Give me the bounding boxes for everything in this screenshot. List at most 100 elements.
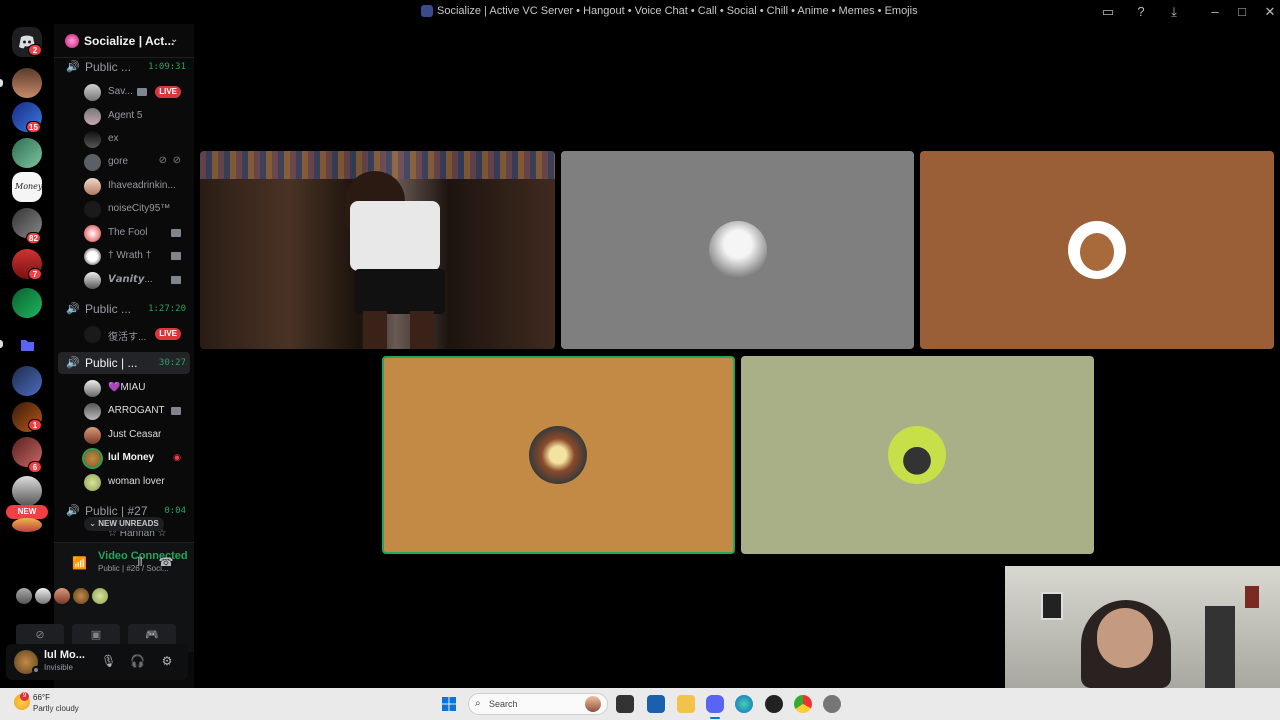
microphone-icon[interactable]: 🎙 bbox=[101, 654, 116, 668]
voice-user[interactable]: ARROGANT bbox=[84, 400, 189, 422]
speaker-icon: 🔊 bbox=[66, 357, 80, 369]
avatar bbox=[1068, 221, 1126, 279]
user-name: Sav... bbox=[108, 86, 133, 97]
voice-user[interactable]: 𝙑𝙖𝙣𝙞𝙩𝙮... bbox=[84, 269, 189, 291]
avatar bbox=[73, 588, 89, 604]
server-avatar[interactable] bbox=[12, 366, 42, 396]
download-icon[interactable]: ⤓ bbox=[1166, 4, 1182, 20]
user-name: woman lover bbox=[108, 476, 165, 487]
disconnect-icon[interactable]: ☎ bbox=[158, 555, 174, 569]
channel-name: Public | #27 bbox=[85, 504, 148, 518]
server-avatar[interactable]: Money bbox=[12, 172, 42, 202]
voice-user[interactable]: woman lover bbox=[84, 471, 189, 493]
wall-poster bbox=[1041, 592, 1063, 620]
taskbar-search[interactable]: ⌕ Search bbox=[468, 693, 608, 715]
avatar bbox=[84, 326, 101, 343]
voice-connection-panel: 📶 Video Connected Public | #26 / Soci...… bbox=[16, 542, 194, 652]
user-name: The Fool bbox=[108, 227, 148, 238]
voice-user[interactable]: ex bbox=[84, 128, 189, 150]
windows-start-icon[interactable] bbox=[440, 695, 458, 713]
teddy-bear-icon bbox=[1080, 233, 1114, 271]
app-icon[interactable] bbox=[765, 695, 783, 713]
user-name: Just Ceasar bbox=[108, 429, 162, 440]
settings-icon[interactable] bbox=[823, 695, 841, 713]
weather-description[interactable]: Partly cloudy bbox=[33, 704, 79, 713]
wall-poster bbox=[1245, 586, 1259, 608]
speaker-icon: 🔊 bbox=[66, 505, 80, 517]
video-stream-tile[interactable] bbox=[200, 151, 555, 349]
streaming-icon: ◉ bbox=[173, 452, 181, 462]
user-name: gore bbox=[108, 156, 129, 167]
maximize-icon[interactable]: □ bbox=[1234, 4, 1250, 20]
folder-icon[interactable] bbox=[12, 330, 42, 360]
person-shirt bbox=[350, 201, 440, 271]
voice-user[interactable]: Agent 5 bbox=[84, 105, 189, 127]
channel-timer: 0:04 bbox=[164, 506, 186, 516]
voice-user-self[interactable]: lul Money ◉ bbox=[84, 447, 189, 469]
notification-badge: 2 bbox=[28, 44, 42, 56]
voice-user[interactable]: Just Ceasar bbox=[84, 424, 189, 446]
file-explorer-icon[interactable] bbox=[677, 695, 695, 713]
video-tile-avatar[interactable] bbox=[561, 151, 914, 349]
signal-icon[interactable]: 📶 bbox=[72, 556, 87, 570]
channel-name: Public ... bbox=[85, 302, 132, 316]
channel-timer: 1:09:31 bbox=[148, 62, 186, 72]
voice-channel-selected[interactable]: 🔊 Public | ... 30:27 bbox=[58, 352, 190, 374]
title-bar: Socialize | Active VC Server • Hangout •… bbox=[0, 0, 1280, 24]
server-avatar-label: Money bbox=[15, 182, 42, 191]
task-view-icon[interactable] bbox=[616, 695, 634, 713]
store-icon[interactable] bbox=[647, 695, 665, 713]
edge-icon[interactable] bbox=[735, 695, 753, 713]
avatar bbox=[35, 588, 51, 604]
noise-suppression-icon[interactable]: ⫴ bbox=[132, 555, 148, 570]
server-header[interactable]: Socialize | Act... ⌄ bbox=[54, 24, 194, 58]
inbox-icon[interactable]: ▭ bbox=[1100, 4, 1116, 20]
server-avatar[interactable] bbox=[12, 476, 42, 506]
voice-user[interactable]: The Fool bbox=[84, 222, 189, 244]
server-avatar[interactable] bbox=[12, 138, 42, 168]
weather-temperature[interactable]: 66°F bbox=[33, 693, 50, 702]
voice-user[interactable]: † Wrath † bbox=[84, 245, 189, 267]
chrome-icon[interactable] bbox=[794, 695, 812, 713]
settings-gear-icon[interactable]: ⚙ bbox=[160, 654, 174, 668]
server-logo-icon bbox=[421, 5, 433, 17]
new-unreads-button[interactable]: ⌄ NEW UNREADS bbox=[84, 517, 164, 531]
avatar bbox=[529, 426, 587, 484]
voice-user[interactable]: Ihaveadrinkin... bbox=[84, 175, 189, 197]
status-indicator bbox=[32, 666, 40, 674]
voice-user[interactable]: gore ⊘ ⊘ bbox=[84, 151, 189, 173]
screen-share-button[interactable]: ▣ bbox=[72, 624, 120, 646]
help-icon[interactable]: ? bbox=[1133, 4, 1149, 20]
video-tile-avatar[interactable] bbox=[920, 151, 1274, 349]
activity-button[interactable]: 🎮 bbox=[128, 624, 176, 646]
server-avatar[interactable] bbox=[12, 288, 42, 318]
avatar bbox=[84, 380, 101, 397]
voice-channel[interactable]: 🔊 Public ... 1:09:31 bbox=[58, 56, 190, 78]
camera-off-button[interactable]: ⊘ bbox=[16, 624, 64, 646]
discord-taskbar-icon[interactable] bbox=[706, 695, 724, 713]
user-name: 𝙑𝙖𝙣𝙞𝙩𝙮... bbox=[108, 274, 153, 285]
user-name: noiseCity95™ bbox=[108, 203, 171, 214]
video-tile-avatar[interactable] bbox=[741, 356, 1094, 554]
server-avatar[interactable] bbox=[12, 518, 42, 532]
camera-icon bbox=[171, 407, 181, 415]
user-name: ARROGANT bbox=[108, 405, 165, 416]
avatar bbox=[84, 427, 101, 444]
voice-user[interactable]: Sav... LIVE bbox=[84, 81, 189, 103]
close-icon[interactable]: ✕ bbox=[1262, 4, 1278, 20]
voice-user[interactable]: 復活す... LIVE bbox=[84, 323, 189, 345]
user-panel: lul Mo... Invisible 🎙 🎧 ⚙ bbox=[6, 644, 188, 680]
unread-pip bbox=[0, 79, 3, 87]
voice-channel[interactable]: 🔊 Public ... 1:27:20 bbox=[58, 298, 190, 320]
window-title: Socialize | Active VC Server • Hangout •… bbox=[437, 5, 918, 17]
video-tile-avatar-speaking[interactable] bbox=[382, 356, 735, 554]
voice-user[interactable]: 💜MIAU bbox=[84, 377, 189, 399]
minimize-icon[interactable]: – bbox=[1207, 4, 1223, 20]
speaker-icon: 🔊 bbox=[66, 303, 80, 315]
voice-user[interactable]: noiseCity95™ bbox=[84, 198, 189, 220]
self-camera-preview[interactable] bbox=[1005, 566, 1280, 688]
headphones-icon[interactable]: 🎧 bbox=[130, 654, 145, 668]
server-avatar[interactable] bbox=[12, 68, 42, 98]
new-servers-badge[interactable]: NEW bbox=[6, 505, 48, 519]
avatar bbox=[84, 154, 101, 171]
